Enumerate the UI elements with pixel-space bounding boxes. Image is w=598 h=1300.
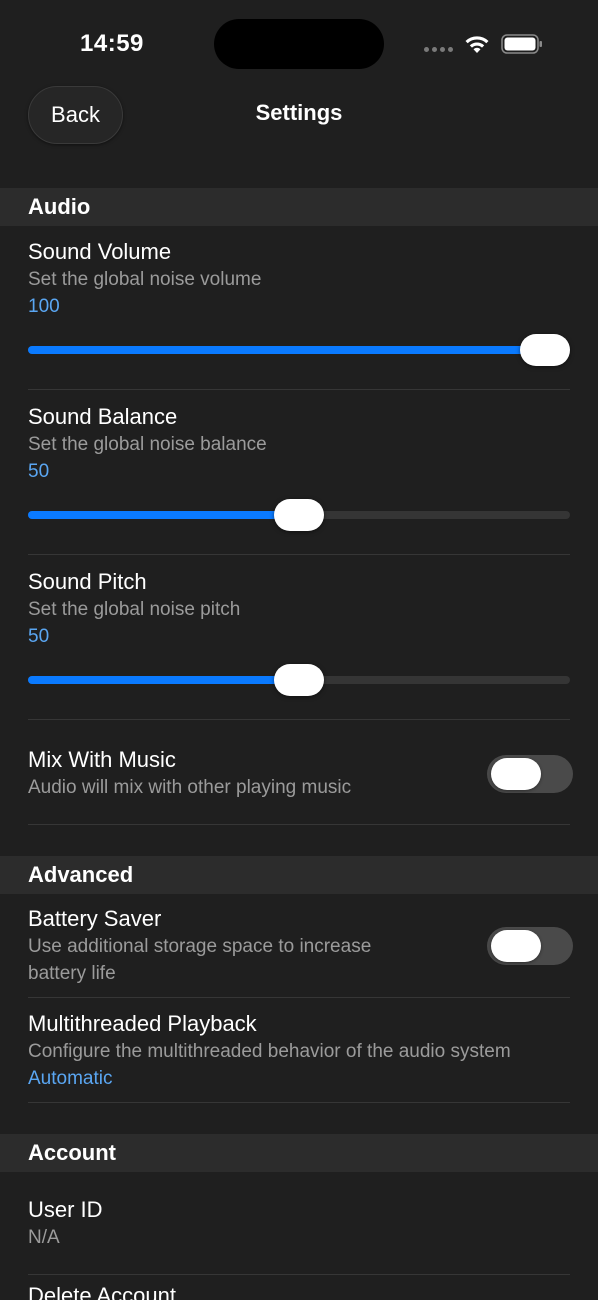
wifi-icon: [465, 36, 489, 53]
section-header-advanced: Advanced: [0, 856, 598, 894]
sound-pitch-subtitle: Set the global noise pitch: [28, 599, 241, 620]
user-id-title: User ID: [28, 1197, 103, 1222]
divider: [28, 1102, 570, 1103]
multithreaded-playback-row[interactable]: Multithreaded Playback Configure the mul…: [28, 1010, 570, 1092]
slider-thumb[interactable]: [274, 664, 324, 696]
slider-thumb[interactable]: [520, 334, 570, 366]
divider: [28, 719, 570, 720]
toggle-knob: [491, 758, 541, 790]
sound-volume-slider[interactable]: [28, 334, 570, 366]
sound-balance-title: Sound Balance: [28, 404, 178, 429]
battery-icon: [501, 34, 542, 54]
sound-balance-subtitle: Set the global noise balance: [28, 434, 267, 455]
slider-fill: [28, 511, 299, 519]
sound-pitch-title: Sound Pitch: [28, 569, 147, 594]
multithreaded-playback-value[interactable]: Automatic: [28, 1065, 570, 1092]
status-time: 14:59: [80, 30, 144, 57]
sound-volume-row: Sound Volume Set the global noise volume…: [28, 238, 570, 320]
divider: [28, 389, 570, 390]
sound-volume-value: 100: [28, 296, 60, 317]
page-title: Settings: [255, 100, 343, 125]
multithreaded-playback-subtitle: Configure the multithreaded behavior of …: [28, 1041, 511, 1062]
divider: [28, 554, 570, 555]
battery-saver-title: Battery Saver: [28, 906, 162, 931]
sound-balance-row: Sound Balance Set the global noise balan…: [28, 403, 570, 485]
divider: [28, 824, 570, 825]
status-bar: 14:59: [0, 0, 598, 88]
sound-volume-subtitle: Set the global noise volume: [28, 269, 262, 290]
section-header-account: Account: [0, 1134, 598, 1172]
user-id-row: User ID N/A: [28, 1196, 570, 1251]
cellular-signal-icon: [424, 47, 453, 52]
mix-with-music-toggle[interactable]: [487, 755, 573, 793]
battery-saver-toggle[interactable]: [487, 927, 573, 965]
multithreaded-playback-title: Multithreaded Playback: [28, 1011, 257, 1036]
user-id-value: N/A: [28, 1227, 60, 1248]
sound-balance-slider[interactable]: [28, 499, 570, 531]
sound-pitch-value: 50: [28, 626, 50, 647]
section-header-audio: Audio: [0, 188, 598, 226]
sound-pitch-row: Sound Pitch Set the global noise pitch 5…: [28, 568, 570, 650]
divider: [28, 1274, 570, 1275]
sound-balance-value: 50: [28, 461, 50, 482]
dynamic-island: [214, 19, 384, 69]
slider-fill: [28, 676, 299, 684]
slider-fill: [28, 346, 545, 354]
delete-account-row[interactable]: Delete Account: [28, 1282, 570, 1300]
sound-pitch-slider[interactable]: [28, 664, 570, 696]
battery-saver-subtitle-line2: battery life: [28, 963, 116, 984]
settings-screen: 14:59 Back Settings Audio Sound Volume S…: [0, 0, 598, 1300]
divider: [28, 997, 570, 998]
delete-account-title: Delete Account: [28, 1283, 176, 1300]
slider-thumb[interactable]: [274, 499, 324, 531]
sound-volume-title: Sound Volume: [28, 239, 172, 264]
toggle-knob: [491, 930, 541, 962]
